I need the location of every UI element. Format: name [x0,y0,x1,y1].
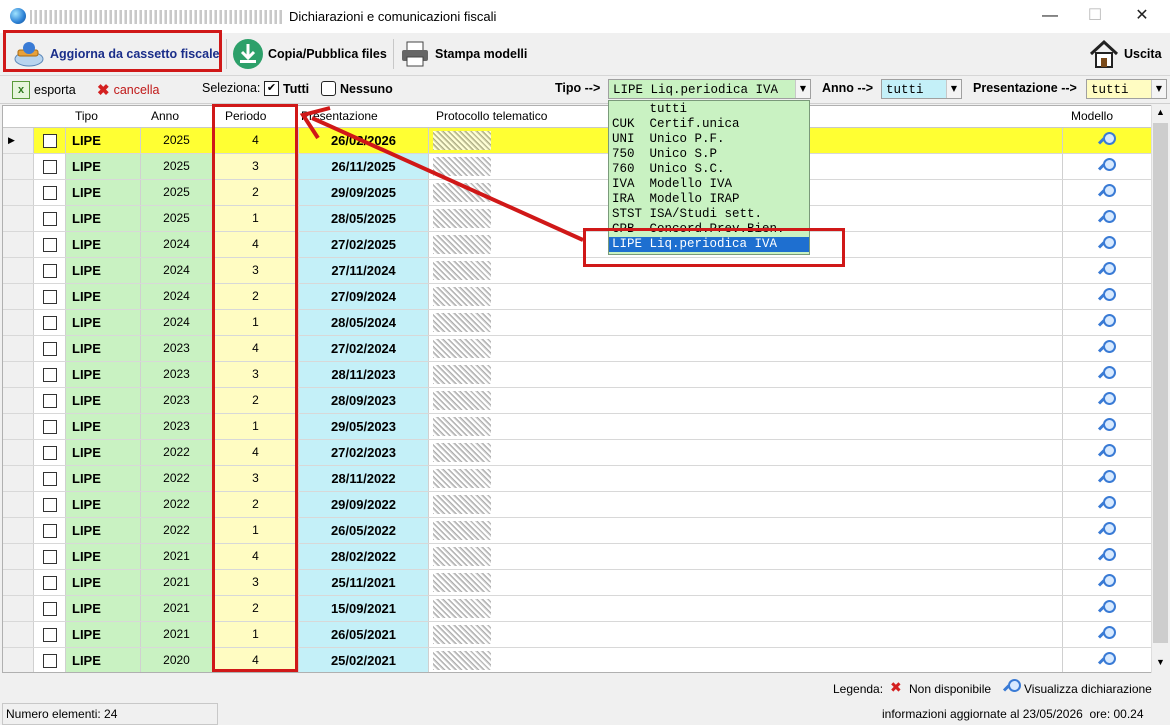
legend-bar: Legenda: ✖ Non disponibile Visualizza di… [0,678,1170,700]
legend-visualizza: Visualizza dichiarazione [1024,682,1152,696]
legend-label: Legenda: [833,682,884,696]
red-x-icon: ✖ [890,679,902,695]
legend-non-disponibile: Non disponibile [909,682,992,696]
count-panel: Numero elementi: 24 [2,703,218,725]
last-updated: informazioni aggiornate al 23/05/2026 or… [882,707,1144,721]
numero-elementi: Numero elementi: 24 [6,707,118,721]
magnifier-icon [1003,678,1021,696]
status-bar: Numero elementi: 24 informazioni aggiorn… [0,703,1170,725]
annotation-arrows [299,106,584,242]
annotation-arrow-line [311,116,584,242]
